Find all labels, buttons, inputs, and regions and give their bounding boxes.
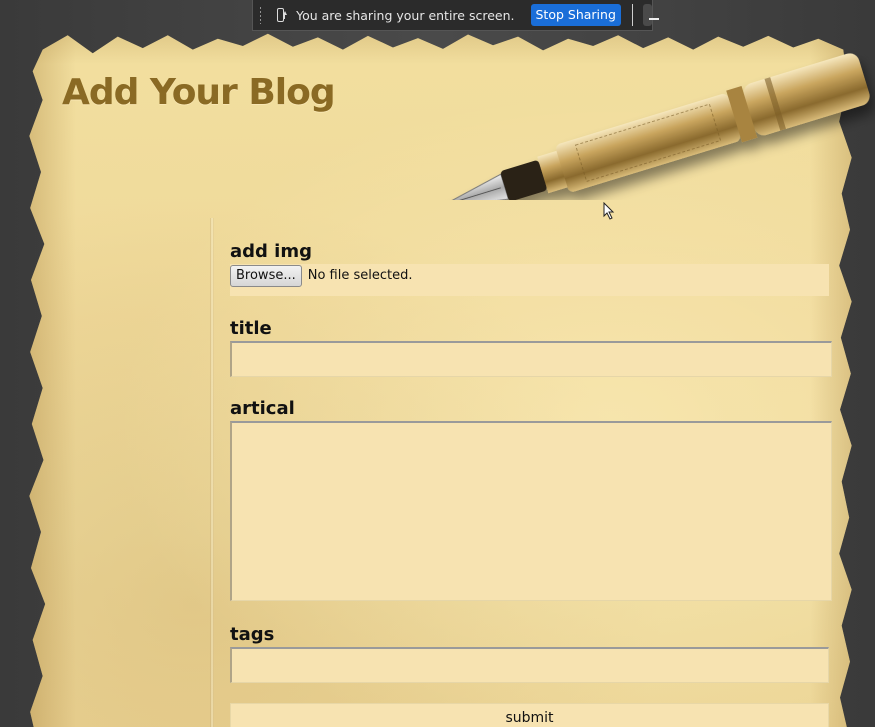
add-img-label: add img [230, 241, 312, 262]
screen-share-bar: You are sharing your entire screen. Stop… [252, 0, 659, 31]
share-screen-icon [276, 8, 287, 22]
title-label: title [230, 318, 272, 339]
article-textarea[interactable] [230, 421, 832, 601]
drag-handle-icon[interactable] [259, 6, 261, 24]
add-blog-form: add img Browse... No file selected. titl… [230, 240, 832, 727]
minimize-icon[interactable] [643, 4, 659, 26]
share-message: You are sharing your entire screen. [296, 7, 515, 23]
tags-input[interactable] [230, 647, 829, 683]
fountain-pen-illustration [437, 53, 870, 200]
page-title: Add Your Blog [62, 72, 336, 113]
stop-sharing-button[interactable]: Stop Sharing [530, 4, 621, 26]
parchment-crease [210, 218, 214, 727]
title-input[interactable] [230, 341, 832, 377]
file-status-text: No file selected. [307, 268, 413, 283]
mouse-cursor-icon [603, 202, 615, 220]
file-upload-field: Browse... No file selected. [230, 264, 829, 296]
browse-button[interactable]: Browse... [230, 265, 302, 287]
tags-label: tags [230, 624, 275, 645]
screen: You are sharing your entire screen. Stop… [0, 0, 875, 727]
article-label: artical [230, 398, 295, 419]
submit-button[interactable]: submit [230, 703, 829, 727]
